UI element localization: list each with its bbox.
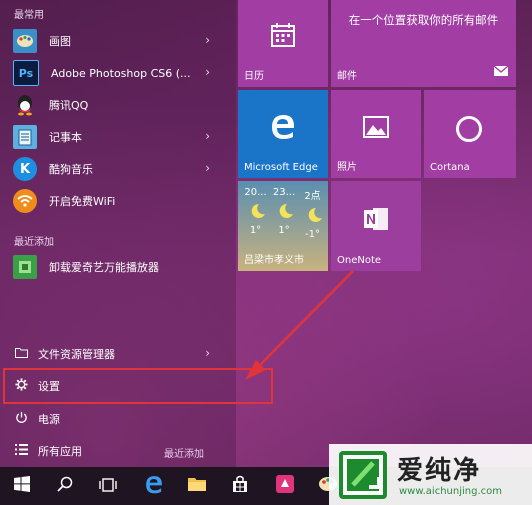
annotation-arrow xyxy=(245,270,354,380)
taskbar-explorer-button[interactable] xyxy=(177,467,217,505)
search-icon xyxy=(57,476,73,496)
watermark: 爱纯净 www.aichunjing.com xyxy=(329,444,532,505)
watermark-url: www.aichunjing.com xyxy=(399,486,502,497)
app-icon xyxy=(275,474,295,498)
taskbar-store-button[interactable] xyxy=(220,467,260,505)
task-view-icon xyxy=(99,477,117,496)
store-icon xyxy=(231,475,249,497)
taskbar-app-button[interactable] xyxy=(265,467,305,505)
edge-icon xyxy=(144,474,164,498)
watermark-logo-icon xyxy=(339,451,387,499)
start-button[interactable] xyxy=(2,467,42,505)
task-view-button[interactable] xyxy=(88,467,128,505)
taskbar-edge-button[interactable] xyxy=(134,467,174,505)
watermark-brand: 爱纯净 xyxy=(397,456,482,486)
search-button[interactable] xyxy=(45,467,85,505)
windows-logo-icon xyxy=(14,476,30,496)
folder-icon xyxy=(187,476,207,496)
